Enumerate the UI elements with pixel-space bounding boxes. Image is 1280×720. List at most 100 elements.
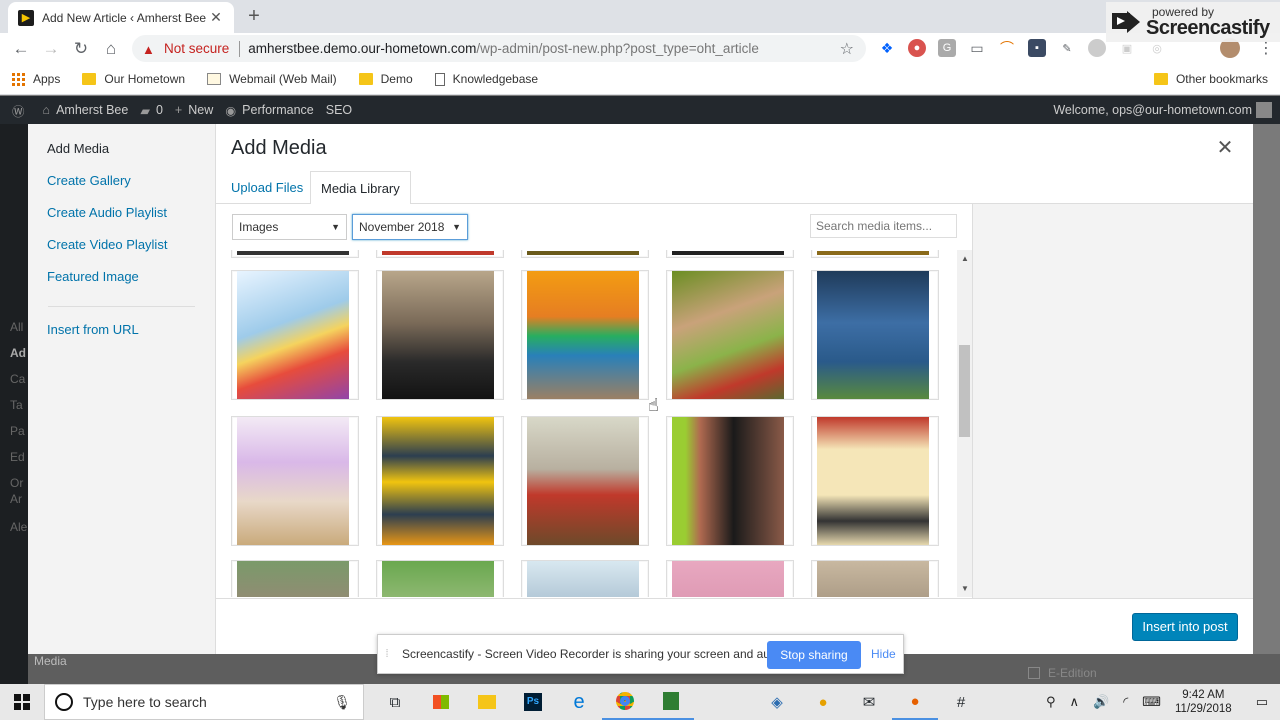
dropbox-icon[interactable]: ❖ bbox=[878, 39, 896, 57]
tab-media-library[interactable]: Media Library bbox=[310, 171, 411, 205]
media-router-tabs: Upload Files Media Library bbox=[216, 171, 1253, 205]
attachment-thumbnail[interactable] bbox=[521, 560, 649, 597]
attachment-thumbnail[interactable] bbox=[521, 250, 649, 258]
bookmark-label: Knowledgebase bbox=[452, 72, 539, 86]
chrome-icon[interactable] bbox=[602, 684, 648, 720]
store-icon[interactable] bbox=[418, 684, 464, 720]
drag-handle-icon[interactable]: ⁞ bbox=[378, 648, 396, 660]
attachment-thumbnail[interactable] bbox=[376, 250, 504, 258]
other-bookmarks[interactable]: Other bookmarks bbox=[1153, 72, 1268, 86]
new-content-link[interactable]: + New bbox=[175, 103, 213, 117]
edge-icon[interactable]: e bbox=[556, 684, 602, 720]
media-search-input[interactable]: Search media items... bbox=[810, 214, 957, 238]
date-filter-value: November 2018 bbox=[359, 220, 445, 234]
notifications-icon[interactable]: ▭ bbox=[1256, 694, 1268, 710]
attachment-thumbnail[interactable] bbox=[376, 270, 504, 400]
keyboard-extension-icon[interactable]: ▪ bbox=[1028, 39, 1046, 57]
menu-create-video-playlist[interactable]: Create Video Playlist bbox=[28, 236, 215, 268]
back-icon[interactable]: ← bbox=[6, 34, 36, 64]
file-explorer-icon[interactable] bbox=[464, 684, 510, 720]
tray-chevron-icon[interactable]: ∧ bbox=[1069, 694, 1079, 710]
taskbar-search-input[interactable]: Type here to search 🎙 bbox=[44, 684, 364, 720]
attachment-thumbnail[interactable] bbox=[811, 560, 939, 597]
menu-add-media[interactable]: Add Media bbox=[28, 140, 215, 172]
tab-close-icon[interactable]: ✕ bbox=[208, 9, 224, 26]
keyboard-icon[interactable]: ⌨ bbox=[1142, 694, 1161, 710]
cast-icon[interactable]: ▭ bbox=[968, 39, 986, 57]
wifi-icon[interactable]: ◜ bbox=[1123, 694, 1128, 710]
attachment-thumbnail[interactable] bbox=[811, 416, 939, 546]
attachment-thumbnail[interactable] bbox=[376, 416, 504, 546]
home-icon[interactable]: ⌂ bbox=[96, 34, 126, 64]
hide-link[interactable]: Hide bbox=[871, 647, 896, 661]
gray-extension-icon[interactable] bbox=[1088, 39, 1106, 57]
mail-app-icon[interactable]: ✉ bbox=[846, 684, 892, 720]
tool-extension-icon[interactable]: ✎ bbox=[1058, 39, 1076, 57]
media-type-filter[interactable]: Images ▼ bbox=[232, 214, 347, 240]
bookmark-knowledgebase[interactable]: Knowledgebase bbox=[434, 72, 539, 86]
task-view-icon[interactable]: ⧉ bbox=[372, 684, 418, 720]
attachment-thumbnail[interactable] bbox=[521, 416, 649, 546]
bookmark-webmail[interactable]: Webmail (Web Mail) bbox=[207, 72, 337, 86]
menu-create-audio-playlist[interactable]: Create Audio Playlist bbox=[28, 204, 215, 236]
photoshop-icon[interactable]: Ps bbox=[510, 684, 556, 720]
seo-link[interactable]: SEO bbox=[326, 103, 352, 117]
slack-icon[interactable]: # bbox=[938, 684, 984, 720]
search-placeholder: Type here to search bbox=[83, 694, 207, 710]
performance-link[interactable]: ◉ Performance bbox=[225, 103, 313, 118]
firefox-icon[interactable]: ● bbox=[892, 684, 938, 720]
shield-extension-icon[interactable]: ● bbox=[908, 39, 926, 57]
not-secure-label[interactable]: Not secure bbox=[164, 41, 229, 56]
system-clock[interactable]: 9:42 AM 11/29/2018 bbox=[1175, 688, 1232, 716]
browser-tab[interactable]: ▶ Add New Article ‹ Amherst Bee — ✕ bbox=[8, 2, 234, 33]
colorful-extension-icon[interactable]: ⌒ bbox=[998, 39, 1016, 57]
home-icon: ⌂ bbox=[42, 103, 51, 117]
welcome-user[interactable]: Welcome, ops@our-hometown.com bbox=[1053, 103, 1252, 117]
attachment-thumbnail[interactable] bbox=[231, 270, 359, 400]
notepad-icon[interactable] bbox=[648, 684, 694, 720]
close-icon[interactable]: ✕ bbox=[1215, 138, 1235, 158]
globe-app-icon[interactable]: ◈ bbox=[754, 684, 800, 720]
new-tab-button[interactable]: + bbox=[244, 5, 264, 27]
attachment-thumbnail[interactable] bbox=[811, 270, 939, 400]
user-avatar[interactable] bbox=[1256, 102, 1272, 118]
forward-icon[interactable]: → bbox=[36, 34, 66, 64]
attachment-thumbnail[interactable] bbox=[666, 250, 794, 258]
people-icon[interactable]: ⚲ bbox=[1046, 694, 1056, 710]
attachment-thumbnail[interactable] bbox=[521, 270, 649, 400]
chat-app-icon[interactable]: ● bbox=[800, 684, 846, 720]
menu-insert-from-url[interactable]: Insert from URL bbox=[28, 321, 215, 353]
insert-into-post-button[interactable]: Insert into post bbox=[1132, 613, 1238, 641]
attachment-thumbnail[interactable] bbox=[666, 560, 794, 597]
reload-icon[interactable]: ↻ bbox=[66, 34, 96, 64]
bookmark-apps[interactable]: Apps bbox=[12, 72, 60, 86]
tab-upload-files[interactable]: Upload Files bbox=[221, 171, 313, 204]
attachment-thumbnail[interactable] bbox=[231, 250, 359, 258]
menu-create-gallery[interactable]: Create Gallery bbox=[28, 172, 215, 204]
grammarly-icon[interactable]: G bbox=[938, 39, 956, 57]
microphone-icon[interactable]: 🎙 bbox=[333, 694, 351, 711]
menu-featured-image[interactable]: Featured Image bbox=[28, 268, 215, 300]
attachment-thumbnail[interactable] bbox=[231, 416, 359, 546]
bookmark-star-icon[interactable]: ☆ bbox=[840, 39, 854, 59]
windows-start-icon[interactable] bbox=[0, 684, 44, 720]
attachment-thumbnail[interactable] bbox=[811, 250, 939, 258]
bookmark-demo[interactable]: Demo bbox=[358, 72, 413, 86]
scroll-thumb[interactable] bbox=[959, 345, 970, 437]
attachment-thumbnail[interactable] bbox=[376, 560, 504, 597]
attachment-thumbnail[interactable] bbox=[231, 560, 359, 597]
bookmark-our-hometown[interactable]: Our Hometown bbox=[82, 72, 185, 86]
stop-sharing-button[interactable]: Stop sharing bbox=[767, 641, 861, 669]
attachment-thumbnail[interactable] bbox=[666, 416, 794, 546]
attachment-thumbnail[interactable] bbox=[666, 270, 794, 400]
site-name-link[interactable]: ⌂ Amherst Bee bbox=[43, 103, 129, 117]
address-bar[interactable]: ▲ Not secure amherstbee.demo.our-hometow… bbox=[132, 35, 866, 62]
volume-icon[interactable]: 🔊 bbox=[1093, 694, 1109, 710]
seo-label: SEO bbox=[325, 103, 353, 117]
wp-logo-icon[interactable]: Ⓦ bbox=[12, 101, 31, 120]
comments-link[interactable]: ▰ 0 bbox=[140, 103, 163, 118]
grid-scrollbar[interactable]: ▲ ▼ bbox=[957, 250, 972, 597]
date-filter[interactable]: November 2018 ▼ bbox=[352, 214, 468, 240]
scroll-down-icon[interactable]: ▼ bbox=[961, 584, 969, 593]
scroll-up-icon[interactable]: ▲ bbox=[961, 254, 969, 263]
